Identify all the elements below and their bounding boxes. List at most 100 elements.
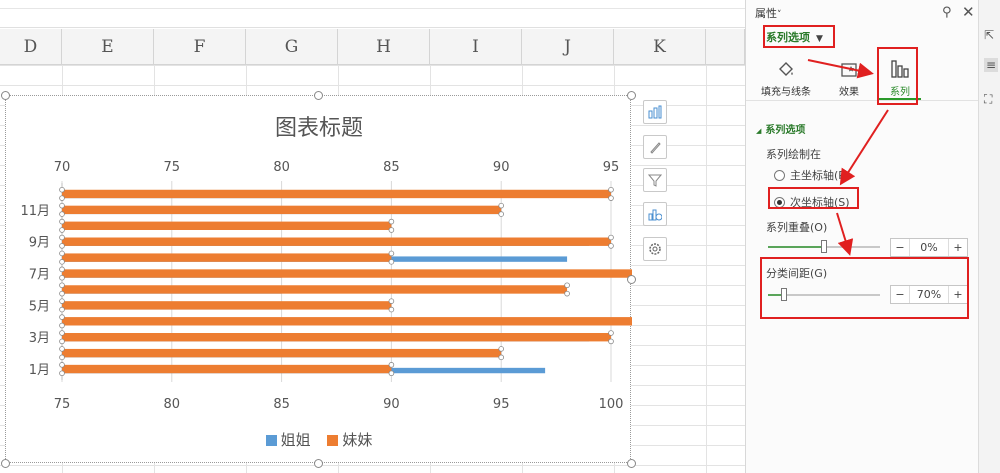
bar-selection-handle [59,282,65,289]
resize-handle-bl[interactable] [1,459,10,468]
overlap-label: 系列重叠(O) [766,221,828,234]
resize-handle-top[interactable] [314,91,323,100]
plot-on-label: 系列绘制在 [766,148,821,161]
overlap-value-input[interactable]: 0% [909,239,949,256]
overlap-slider-fill [768,246,824,248]
chart-filter-icon[interactable] [643,168,667,192]
bar-selection-handle [608,243,614,249]
panel-title[interactable]: 属性˅ [755,5,782,21]
secondary-axis-tick-label: 90 [493,160,510,175]
chart-styles-icon[interactable] [643,135,667,159]
resize-handle-tr[interactable] [627,91,636,100]
overlap-increment-button[interactable]: + [949,239,967,256]
tab-fill-line[interactable]: 填充与线条 [751,56,821,98]
gear-icon[interactable] [643,237,667,261]
collapse-triangle-icon: ◢ [756,127,762,135]
section-series-options[interactable]: ◢ 系列选项 [756,121,805,136]
column-header-f[interactable]: F [154,29,246,65]
bar-selection-handle [59,195,65,201]
chart-settings-icon[interactable] [643,202,667,226]
primary-axis-tick-label: 90 [383,397,400,412]
selection-icon[interactable]: ⛶ [984,92,992,107]
column-header-k[interactable]: K [614,29,706,65]
fill-bucket-icon [751,58,821,80]
legend-item-meimei[interactable]: 妹妹 [327,431,372,449]
bar-selection-handle [59,218,65,225]
formula-bar[interactable] [0,0,745,28]
bar-selection-handle [59,338,65,345]
bar-selection-handle [59,266,65,273]
highlight-box-secondary-axis [768,187,859,209]
bar-selection-handle [608,330,614,336]
bar-selection-handle [498,346,505,352]
cursor-icon[interactable]: ⇱ [984,28,994,42]
chart-plot[interactable]: 75 80 85 90 95 100 70 75 80 85 90 95 1月 3月 5月 7月 9月 11月 [6,96,632,464]
bar-selection-handle [59,314,65,320]
column-header-g[interactable]: G [246,29,338,65]
bar-selection-handle [59,370,65,377]
bar-selection-handle [608,195,614,201]
bar-selection-handle [59,227,65,233]
overlap-decrement-button[interactable]: − [891,239,909,256]
bar-selection-handle [388,218,395,225]
chart-elements-icon[interactable] [643,100,667,124]
column-header-e[interactable]: E [62,29,154,65]
column-header-h[interactable]: H [338,29,430,65]
bar-妹妹 [62,237,611,246]
panel-title-text: 属性 [755,7,777,20]
bar-selection-handle [59,186,65,193]
highlight-box-gap-width [760,257,969,319]
bar-selection-handle [608,234,614,241]
secondary-axis-tick-label: 75 [164,160,181,175]
legend-label-jiejie: 姐姐 [280,431,311,449]
bar-selection-handle [59,290,65,297]
bar-selection-handle [59,202,65,209]
bar-selection-handle [498,211,505,217]
bar-selection-handle [59,306,65,313]
bar-selection-handle [59,362,65,368]
category-tick-label: 9月 [29,236,50,251]
column-header-j[interactable]: J [522,29,614,65]
bar-selection-handle [59,211,65,217]
bar-selection-handle [59,346,65,352]
resize-handle-right[interactable] [627,275,636,284]
chart-legend[interactable]: 姐姐 妹妹 [6,429,632,450]
pin-icon[interactable]: ⚲ [942,5,952,20]
legend-swatch-jiejie [265,435,277,446]
primary-axis-tick-label: 80 [164,397,181,412]
overlap-slider-thumb[interactable] [821,240,827,253]
bar-selection-handle [388,306,395,313]
bar-妹妹 [62,253,392,262]
tab-fill-line-label: 填充与线条 [761,87,811,98]
resize-handle-br[interactable] [627,459,636,468]
highlight-box-dropdown [763,25,835,48]
bar-selection-handle [388,227,395,233]
bar-selection-handle [388,298,395,304]
bar-selection-handle [388,259,395,265]
bar-selection-handle [59,243,65,249]
highlight-box-series-tab [877,47,918,105]
legend-swatch-meimei [327,435,339,446]
column-header-d[interactable]: D [0,29,62,65]
bar-selection-handle [59,298,65,304]
resize-handle-bottom[interactable] [314,459,323,468]
bar-selection-handle [388,370,395,377]
resize-handle-tl[interactable] [1,91,10,100]
bar-selection-handle [59,259,65,265]
bar-selection-handle [564,290,570,297]
overlap-stepper: − 0% + [890,238,968,257]
column-header-i[interactable]: I [430,29,522,65]
panel-tabs: 填充与线条 效果 系列 [746,56,979,101]
radio-primary-axis[interactable]: 主坐标轴(P) [774,167,849,183]
chart-area[interactable]: 图表标题 75 80 85 90 95 100 70 75 80 85 90 95 1月 3月 5月 7月 9月… [5,95,632,464]
legend-item-jiejie[interactable]: 姐姐 [265,431,311,449]
close-icon[interactable]: ✕ [962,3,975,21]
column-header-next[interactable] [706,29,745,65]
bar-selection-handle [564,282,570,289]
overlap-slider[interactable] [768,240,880,253]
bar-selection-handle [498,354,505,361]
bar-妹妹 [62,301,392,310]
bar-selection-handle [59,250,65,257]
primary-axis-tick-label: 85 [273,397,290,412]
properties-toggle-icon[interactable]: ≡ [984,58,998,72]
